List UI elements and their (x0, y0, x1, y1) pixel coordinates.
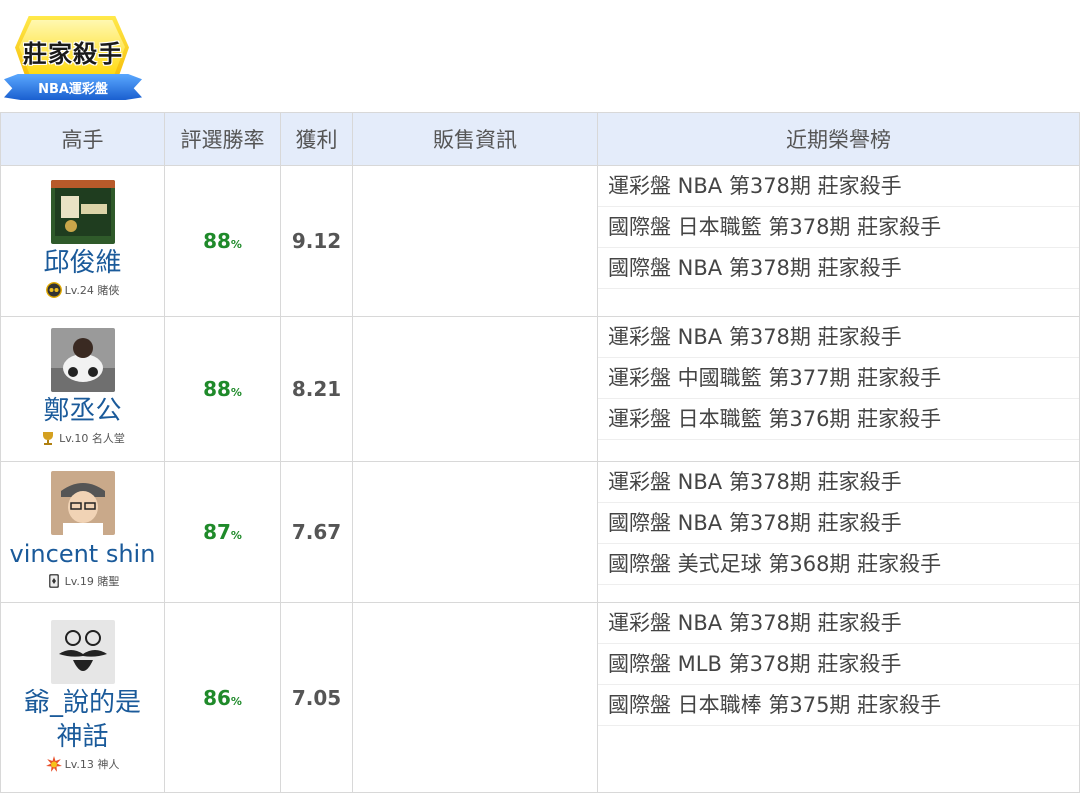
honor-item[interactable]: 國際盤 NBA 第378期 莊家殺手 (598, 503, 1079, 544)
win-rate-value: 88 (203, 229, 231, 253)
win-rate-cell: 88% (164, 165, 281, 317)
sale-cell (352, 461, 598, 603)
player-level: Lv.10 名人堂 (40, 430, 125, 446)
win-rate-value: 86 (203, 685, 231, 710)
honors-cell: 運彩盤 NBA 第378期 莊家殺手 國際盤 MLB 第378期 莊家殺手 國際… (597, 602, 1080, 793)
sale-cell (352, 602, 598, 793)
col-header-player: 高手 (0, 112, 165, 166)
brand-logo: 莊家殺手 NBA運彩盤 (4, 14, 142, 102)
trophy-icon (43, 432, 54, 445)
profit-cell: 7.05 (280, 602, 353, 793)
player-level-text: Lv.24 賭俠 (64, 284, 120, 297)
honor-item[interactable]: 國際盤 MLB 第378期 莊家殺手 (598, 644, 1079, 685)
win-rate-percent: % (230, 694, 242, 708)
honor-item[interactable]: 運彩盤 NBA 第378期 莊家殺手 (598, 317, 1079, 358)
sale-cell (352, 165, 598, 317)
honor-item[interactable]: 運彩盤 中國職籃 第377期 莊家殺手 (598, 358, 1079, 399)
honor-item[interactable]: 運彩盤 NBA 第378期 莊家殺手 (598, 603, 1079, 644)
profit-cell: 9.12 (280, 165, 353, 317)
player-level: Lv.13 神人 (45, 755, 120, 772)
profit-cell: 8.21 (280, 316, 353, 462)
player-level: Lv.19 賭聖 (46, 573, 120, 589)
win-rate-cell: 87% (164, 461, 281, 603)
table-header-row: 高手 評選勝率 獲利 販售資訊 近期榮譽榜 (0, 112, 1080, 166)
win-rate-cell: 86% (164, 602, 281, 793)
honors-cell: 運彩盤 NBA 第378期 莊家殺手 國際盤 NBA 第378期 莊家殺手 國際… (597, 461, 1080, 603)
logo-title: 莊家殺手 (23, 40, 123, 68)
honor-item[interactable]: 運彩盤 日本職籃 第376期 莊家殺手 (598, 399, 1079, 440)
table-row: 鄭丞公 Lv.10 名人堂 88% 8.21 運彩盤 NBA 第378期 莊家殺… (0, 316, 1080, 462)
honor-item[interactable]: 國際盤 NBA 第378期 莊家殺手 (598, 248, 1079, 289)
profit-cell: 7.67 (280, 461, 353, 603)
honor-item[interactable]: 國際盤 美式足球 第368期 莊家殺手 (598, 544, 1079, 585)
col-header-honors: 近期榮譽榜 (597, 112, 1080, 166)
honor-item[interactable]: 國際盤 日本職籃 第378期 莊家殺手 (598, 207, 1079, 248)
sale-cell (352, 316, 598, 462)
starburst-icon (45, 755, 62, 772)
player-cell: 鄭丞公 Lv.10 名人堂 (0, 316, 165, 462)
player-name-link[interactable]: 爺_說的是神話 (13, 686, 153, 754)
honor-item[interactable]: 國際盤 日本職棒 第375期 莊家殺手 (598, 685, 1079, 726)
avatar[interactable] (50, 328, 115, 392)
win-rate-percent: % (230, 529, 242, 542)
player-name-link[interactable]: 邱俊維 (1, 246, 164, 280)
player-level: Lv.24 賭俠 (45, 282, 120, 298)
col-header-win-rate: 評選勝率 (164, 112, 281, 166)
player-cell: 爺_說的是神話 Lv.13 神人 (0, 602, 165, 793)
player-level-text: Lv.19 賭聖 (64, 575, 120, 588)
player-name-link[interactable]: vincent shin (1, 537, 164, 571)
honors-cell: 運彩盤 NBA 第378期 莊家殺手 國際盤 日本職籃 第378期 莊家殺手 國… (597, 165, 1080, 317)
avatar[interactable] (50, 619, 115, 684)
player-cell: vincent shin Lv.19 賭聖 (0, 461, 165, 603)
col-header-profit: 獲利 (280, 112, 353, 166)
player-level-text: Lv.13 神人 (64, 757, 120, 771)
win-rate-percent: % (230, 386, 242, 399)
avatar[interactable] (50, 180, 115, 244)
win-rate-value: 88 (203, 377, 231, 401)
table-row: 邱俊維 Lv.24 賭俠 88% 9.12 運彩盤 NBA 第378期 莊家殺手 (0, 165, 1080, 317)
honors-cell: 運彩盤 NBA 第378期 莊家殺手 運彩盤 中國職籃 第377期 莊家殺手 運… (597, 316, 1080, 462)
eye-mask-icon (45, 282, 62, 298)
ranking-table: 高手 評選勝率 獲利 販售資訊 近期榮譽榜 邱俊維 Lv.24 賭俠 88% 9… (0, 112, 1080, 793)
player-name-link[interactable]: 鄭丞公 (1, 394, 164, 428)
honor-item[interactable]: 運彩盤 NBA 第378期 莊家殺手 (598, 166, 1079, 207)
table-row: 爺_說的是神話 Lv.13 神人 86% 7.05 運彩盤 NBA 第378期 … (0, 602, 1080, 793)
win-rate-value: 87 (203, 520, 231, 544)
avatar[interactable] (50, 471, 115, 535)
win-rate-cell: 88% (164, 316, 281, 462)
logo-subtitle: NBA運彩盤 (38, 82, 108, 97)
honor-item[interactable]: 運彩盤 NBA 第378期 莊家殺手 (598, 462, 1079, 503)
player-cell: 邱俊維 Lv.24 賭俠 (0, 165, 165, 317)
card-icon (48, 574, 59, 588)
player-level-text: Lv.10 名人堂 (59, 432, 125, 445)
col-header-sale: 販售資訊 (352, 112, 598, 166)
table-row: vincent shin Lv.19 賭聖 87% 7.67 運彩盤 NBA 第… (0, 461, 1080, 603)
win-rate-percent: % (230, 238, 242, 251)
